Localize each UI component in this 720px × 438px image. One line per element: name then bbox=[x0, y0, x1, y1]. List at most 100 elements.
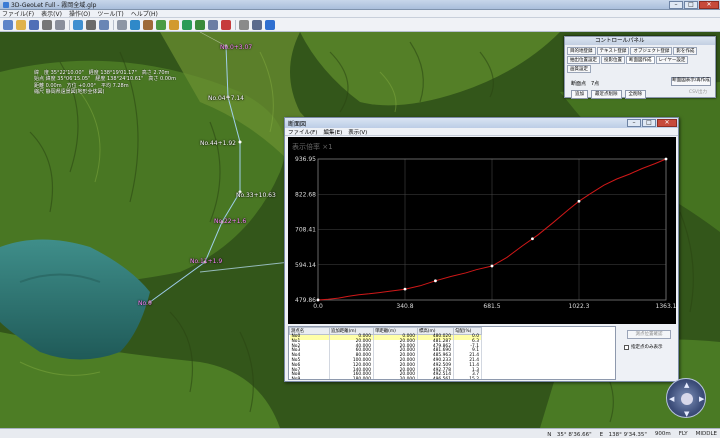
nav-right-arrow-icon[interactable]: ▶ bbox=[699, 395, 704, 403]
app-icon bbox=[3, 1, 9, 8]
dialog-title: 断面図 bbox=[288, 120, 307, 128]
y-tick-label: 479.86 bbox=[295, 297, 316, 304]
cross-section-dialog: 断面図 – □ ✕ ファイル(F) 編集(E) 表示(V) 表示倍率 ×1 0.0… bbox=[284, 117, 679, 382]
tab-object[interactable]: オブジェクト登録 bbox=[630, 47, 673, 55]
x-tick-label: 1363.1 bbox=[656, 303, 677, 310]
map-label-station[interactable]: No.11+1.9 bbox=[190, 258, 222, 265]
table-body: No0 0.000 0.000 480.020 0.0 No1 20.000 20.000 48… bbox=[289, 334, 482, 379]
tab-text[interactable]: テキスト登録 bbox=[596, 47, 630, 55]
list-icon[interactable] bbox=[99, 19, 109, 30]
station-marker bbox=[577, 199, 581, 203]
status-lon: E 138° 9'34.35" bbox=[599, 431, 647, 438]
tab-quality[interactable]: 画質設定 bbox=[567, 65, 591, 73]
table-cell: 20.000 bbox=[373, 377, 418, 379]
menu-operate[interactable]: 操作(O) bbox=[69, 9, 90, 18]
minimize-button[interactable]: – bbox=[669, 0, 683, 9]
nav-up-arrow-icon[interactable]: ▲ bbox=[684, 381, 689, 389]
station-table: 測点名 追加距離(m) 単距離(m) 標高(m) 勾配(%) No0 0.000 0… bbox=[289, 327, 482, 379]
map-label-station[interactable]: No.0 bbox=[138, 300, 152, 307]
menu-help[interactable]: ヘルプ(H) bbox=[131, 9, 158, 18]
flag-icon[interactable] bbox=[221, 19, 231, 30]
new-icon[interactable] bbox=[3, 19, 13, 30]
help-icon[interactable] bbox=[265, 19, 275, 30]
grid-icon[interactable] bbox=[208, 19, 218, 30]
table-cell: 496.561 bbox=[417, 377, 454, 379]
dialog-close-button[interactable]: ✕ bbox=[657, 119, 677, 127]
navigation-control[interactable]: ▲ ▼ ◀ ▶ bbox=[666, 378, 706, 418]
profile-chart[interactable]: 表示倍率 ×1 0.0 340.8 681.5 1022.3 1363.1 936.95 82… bbox=[288, 137, 677, 324]
tab-cross-section[interactable]: 断面図作成 bbox=[626, 56, 655, 64]
status-mode-middle: MIDDLE bbox=[695, 430, 717, 437]
status-height: 900m bbox=[654, 430, 671, 437]
table-cell: 15.2 bbox=[453, 377, 482, 379]
window-title: 3D-GeoLet Full - 霧岡全域.glp bbox=[11, 2, 97, 9]
toolbar-separator bbox=[69, 19, 70, 30]
show-cross-section-button[interactable]: 断面図表示/再作成 bbox=[671, 77, 711, 86]
tab-shadow[interactable]: 影を作成 bbox=[673, 47, 698, 55]
menu-tools[interactable]: ツール(T) bbox=[97, 9, 123, 18]
tab-projection[interactable]: 投影位置 bbox=[601, 56, 625, 64]
only-selected-checkbox[interactable]: 指定点のみ表示 bbox=[624, 344, 677, 350]
print-preview-icon[interactable] bbox=[55, 19, 65, 30]
x-tick-label: 1022.3 bbox=[569, 303, 590, 310]
add-button[interactable]: 追加 bbox=[571, 90, 588, 99]
tab-extract[interactable]: 抽出位置設定 bbox=[567, 56, 600, 64]
globe-icon[interactable] bbox=[130, 19, 140, 30]
station-marker bbox=[490, 264, 494, 268]
rotate-icon[interactable] bbox=[73, 19, 83, 30]
csv-output-button[interactable]: CSV出力 bbox=[689, 89, 707, 95]
toolbar bbox=[0, 18, 720, 32]
dialog-minimize-button[interactable]: – bbox=[627, 119, 641, 127]
menu-view[interactable]: 表示(V) bbox=[41, 9, 62, 18]
toolbar-separator bbox=[113, 19, 114, 30]
image-icon[interactable] bbox=[156, 19, 166, 30]
control-panel-tabs: 目的地登録 テキスト登録 オブジェクト登録 影を作成 抽出位置設定 投影位置 断… bbox=[565, 45, 715, 76]
checkbox-box[interactable] bbox=[624, 344, 629, 350]
delete-last-button[interactable]: 最近点削除 bbox=[591, 90, 622, 99]
map-label-station[interactable]: No.04+7.14 bbox=[208, 95, 244, 102]
chart-scale-label: 表示倍率 ×1 bbox=[292, 142, 333, 151]
menu-file[interactable]: ファイル(F) bbox=[2, 9, 34, 18]
maximize-button[interactable]: □ bbox=[684, 0, 698, 9]
confirm-station-button[interactable]: 測点位置確認 bbox=[627, 330, 671, 339]
table-row[interactable]: No9 180.000 20.000 496.561 15.2 bbox=[289, 377, 482, 379]
measure-icon[interactable] bbox=[239, 19, 249, 30]
checkbox-label: 指定点のみ表示 bbox=[631, 345, 663, 350]
menu-bar: ファイル(F) 表示(V) 操作(O) ツール(T) ヘルプ(H) bbox=[0, 10, 720, 18]
dialog-titlebar: 断面図 – □ ✕ bbox=[285, 118, 678, 128]
control-panel: コントロールパネル 目的地登録 テキスト登録 オブジェクト登録 影を作成 抽出位… bbox=[564, 36, 716, 99]
x-tick-label: 340.8 bbox=[396, 303, 413, 310]
dialog-menu: ファイル(F) 編集(E) 表示(V) bbox=[285, 128, 678, 136]
map-label-station[interactable]: No.22+1.6 bbox=[214, 218, 246, 225]
print-icon[interactable] bbox=[42, 19, 52, 30]
terrain-icon[interactable] bbox=[195, 19, 205, 30]
tool-icon[interactable] bbox=[252, 19, 262, 30]
tab-destination[interactable]: 目的地登録 bbox=[567, 47, 596, 55]
dialog-maximize-button[interactable]: □ bbox=[642, 119, 656, 127]
dialog-menu-edit[interactable]: 編集(E) bbox=[323, 128, 342, 136]
layers-icon[interactable] bbox=[86, 19, 96, 30]
nav-down-arrow-icon[interactable]: ▼ bbox=[684, 410, 689, 418]
nav-left-arrow-icon[interactable]: ◀ bbox=[669, 395, 674, 403]
chart-icon[interactable] bbox=[182, 19, 192, 30]
camera-icon[interactable] bbox=[143, 19, 153, 30]
map-label-station[interactable]: No.33+10.63 bbox=[236, 192, 276, 199]
dialog-menu-file[interactable]: ファイル(F) bbox=[288, 128, 317, 136]
station-grid[interactable]: 測点名 追加距離(m) 単距離(m) 標高(m) 勾配(%) No0 0.000 0… bbox=[288, 326, 616, 380]
nav-center-button[interactable] bbox=[681, 393, 693, 405]
table-cell: No9 bbox=[289, 377, 330, 379]
save-icon[interactable] bbox=[29, 19, 39, 30]
y-tick-label: 936.95 bbox=[295, 156, 316, 163]
delete-all-button[interactable]: 全削除 bbox=[624, 90, 646, 99]
info-line: 始点 緯度 35°06'15.05" 経度 138°24'10.61" 高さ 0… bbox=[34, 76, 176, 83]
tab-layer[interactable]: レイヤー設定 bbox=[655, 56, 689, 64]
cube-icon[interactable] bbox=[117, 19, 127, 30]
status-mode-fly: FLY bbox=[678, 430, 688, 437]
map-label-station[interactable]: No.0+3.07 bbox=[220, 44, 252, 51]
dialog-menu-view[interactable]: 表示(V) bbox=[348, 128, 367, 136]
station-marker bbox=[531, 237, 534, 241]
open-icon[interactable] bbox=[16, 19, 26, 30]
close-button[interactable]: ✕ bbox=[699, 0, 719, 9]
folder-icon[interactable] bbox=[169, 19, 179, 30]
map-label-station[interactable]: No.44+1.92 bbox=[200, 140, 236, 147]
